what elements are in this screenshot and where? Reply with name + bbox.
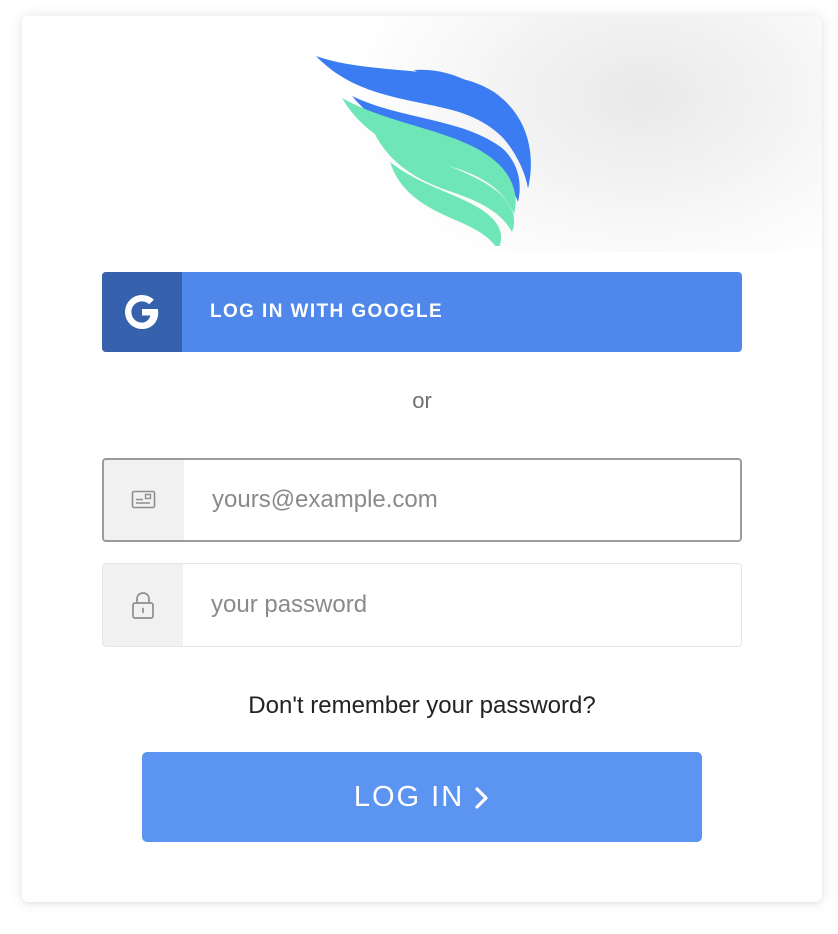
- google-g-icon: [125, 295, 159, 329]
- chevron-right-icon: [475, 787, 488, 809]
- password-field: [102, 563, 742, 647]
- logo-header: [22, 16, 822, 252]
- lock-icon: [132, 592, 154, 619]
- login-card: LOG IN WITH GOOGLE or Don't remember you…: [22, 16, 822, 902]
- google-icon-box: [102, 272, 182, 352]
- email-field: [102, 458, 742, 542]
- google-login-button[interactable]: LOG IN WITH GOOGLE: [102, 272, 742, 352]
- login-button-label: LOG IN: [353, 780, 465, 813]
- google-login-label: LOG IN WITH GOOGLE: [210, 301, 444, 322]
- password-input[interactable]: [183, 564, 723, 646]
- envelope-icon: [131, 490, 156, 509]
- email-icon-box: [104, 460, 184, 540]
- forgot-password-link[interactable]: Don't remember your password?: [22, 692, 822, 720]
- login-button[interactable]: LOG IN: [142, 752, 702, 842]
- password-icon-box: [103, 564, 183, 646]
- email-input[interactable]: [184, 460, 724, 540]
- or-divider: or: [412, 388, 432, 413]
- brand-wing-logo: [316, 56, 531, 246]
